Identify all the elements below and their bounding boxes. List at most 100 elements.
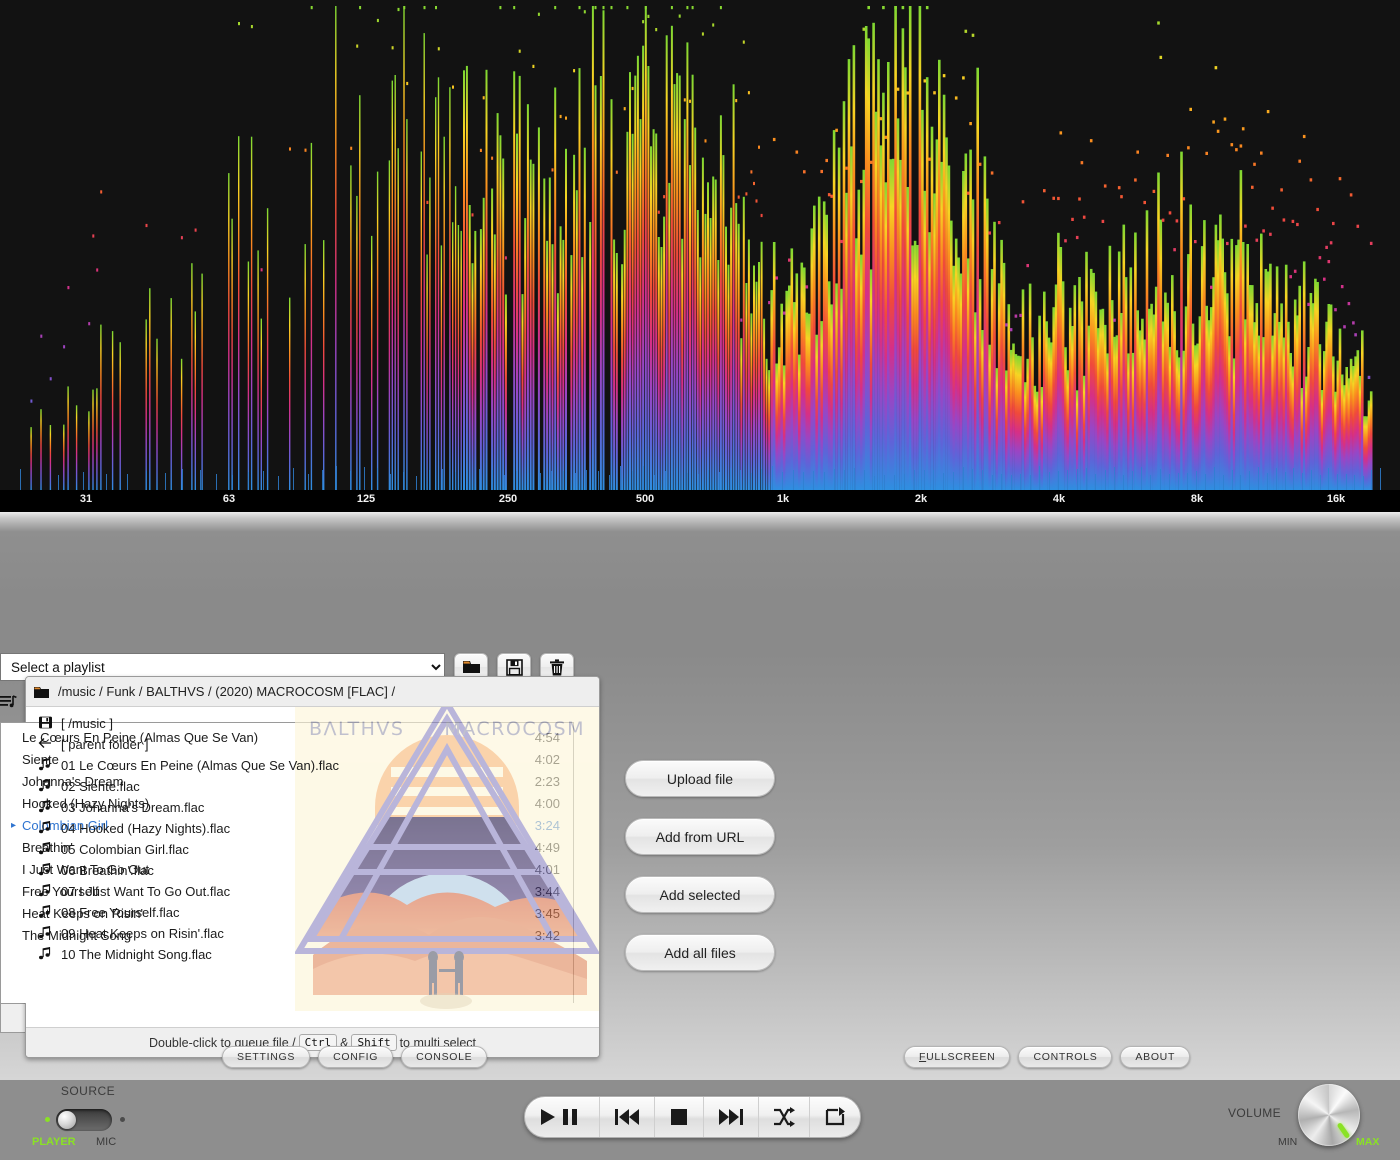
previous-button[interactable] bbox=[600, 1097, 655, 1137]
scale-tick bbox=[364, 467, 365, 490]
scale-tick bbox=[263, 471, 264, 490]
file-list-item[interactable]: 03 Johanna's Dream.flac bbox=[26, 797, 599, 818]
scale-tick bbox=[1160, 469, 1161, 490]
scale-tick bbox=[232, 475, 233, 490]
scale-tick bbox=[551, 471, 552, 490]
scale-tick bbox=[106, 474, 107, 490]
file-list-item[interactable]: 10 The Midnight Song.flac bbox=[26, 944, 599, 965]
spectrum-analyzer[interactable]: 31 63 125 250 500 1k 2k 4k 8k 16k bbox=[0, 0, 1400, 512]
volume-min-label: MIN bbox=[1278, 1136, 1298, 1148]
file-list-item-label: 10 The Midnight Song.flac bbox=[61, 947, 212, 962]
scale-tick bbox=[455, 472, 456, 490]
scale-tick bbox=[1030, 475, 1031, 490]
file-list-item[interactable]: [ parent folder ] bbox=[26, 734, 599, 755]
next-button[interactable] bbox=[704, 1097, 759, 1137]
scale-tick bbox=[620, 466, 621, 490]
file-list: [ /music ] [ parent folder ] 01 Le Cœurs E… bbox=[26, 707, 599, 965]
source-label-mic[interactable]: MIC bbox=[96, 1136, 116, 1148]
scale-tick bbox=[336, 466, 337, 490]
stop-button[interactable] bbox=[655, 1097, 704, 1137]
music-note-icon bbox=[38, 778, 52, 795]
frequency-tick-label: 4k bbox=[1052, 493, 1066, 505]
file-list-item[interactable]: 01 Le Cœurs En Peine (Almas Que Se Van).… bbox=[26, 755, 599, 776]
frequency-tick-label: 125 bbox=[356, 493, 376, 505]
scale-tick bbox=[1132, 471, 1133, 490]
frequency-tick-label: 1k bbox=[776, 493, 790, 505]
file-list-item[interactable]: 05 Colombian Girl.flac bbox=[26, 839, 599, 860]
file-list-item-label: [ /music ] bbox=[61, 716, 114, 731]
scale-tick bbox=[516, 471, 517, 490]
file-list-item[interactable]: 04 Hooked (Hazy Nights).flac bbox=[26, 818, 599, 839]
trash-icon bbox=[550, 658, 564, 675]
file-list-item[interactable]: [ /music ] bbox=[26, 713, 599, 734]
file-list-item-label: 08 Free Yourself.flac bbox=[61, 905, 180, 920]
queue-list-icon bbox=[0, 695, 17, 708]
scale-tick bbox=[654, 475, 655, 490]
scale-tick bbox=[1293, 468, 1294, 490]
add-from-url-button[interactable]: Add from URL bbox=[625, 818, 775, 855]
scale-tick bbox=[854, 468, 855, 490]
repeat-button[interactable] bbox=[810, 1097, 860, 1137]
play-pause-button[interactable] bbox=[525, 1097, 600, 1137]
scale-tick bbox=[1123, 475, 1124, 490]
scale-tick bbox=[1346, 474, 1347, 490]
source-title: SOURCE bbox=[60, 1084, 116, 1098]
scale-tick bbox=[1011, 475, 1012, 490]
file-list-item[interactable]: 08 Free Yourself.flac bbox=[26, 902, 599, 923]
controls-button[interactable]: CONTROLS bbox=[1018, 1046, 1113, 1068]
file-list-item[interactable]: 09 Heat Keeps on Risin'.flac bbox=[26, 923, 599, 944]
scale-tick bbox=[834, 469, 835, 490]
stop-icon bbox=[671, 1109, 687, 1125]
scale-tick bbox=[1232, 470, 1233, 490]
frequency-tick-label: 31 bbox=[79, 493, 93, 505]
file-list-item[interactable]: 07 I Just Want To Go Out.flac bbox=[26, 881, 599, 902]
skip-back-icon bbox=[615, 1109, 639, 1125]
file-list-item[interactable]: 02 Siente.flac bbox=[26, 776, 599, 797]
scale-tick bbox=[1039, 466, 1040, 490]
scale-tick bbox=[1380, 468, 1381, 490]
add-all-files-button[interactable]: Add all files bbox=[625, 934, 775, 971]
breadcrumb[interactable]: /music / Funk / BALTHVS / (2020) MACROCO… bbox=[26, 677, 599, 707]
scale-tick bbox=[730, 468, 731, 490]
music-note-icon bbox=[38, 862, 52, 879]
about-button[interactable]: ABOUT bbox=[1120, 1046, 1191, 1068]
scale-tick bbox=[1105, 470, 1106, 490]
config-button[interactable]: CONFIG bbox=[318, 1046, 394, 1068]
scale-tick bbox=[953, 472, 954, 490]
scale-tick bbox=[793, 470, 794, 490]
add-selected-button[interactable]: Add selected bbox=[625, 876, 775, 913]
breadcrumb-path: /music / Funk / BALTHVS / (2020) MACROCO… bbox=[58, 684, 396, 699]
music-note-icon bbox=[38, 820, 52, 837]
file-list-item[interactable]: 06 Breathin'.flac bbox=[26, 860, 599, 881]
scale-tick bbox=[963, 467, 964, 490]
scale-tick bbox=[278, 476, 279, 490]
upload-file-button[interactable]: Upload file bbox=[625, 760, 775, 797]
file-list-item-label: 04 Hooked (Hazy Nights).flac bbox=[61, 821, 231, 836]
scale-tick bbox=[874, 476, 875, 490]
scale-tick bbox=[1302, 473, 1303, 490]
scale-tick bbox=[416, 476, 417, 490]
scale-tick bbox=[586, 470, 587, 490]
source-toggle-switch[interactable] bbox=[56, 1109, 112, 1131]
scale-tick bbox=[687, 473, 688, 490]
shuffle-button[interactable] bbox=[759, 1097, 810, 1137]
console-button[interactable]: CONSOLE bbox=[401, 1046, 488, 1068]
toolbar-right: F ULLSCREEN CONTROLS ABOUT bbox=[904, 1046, 1191, 1068]
drive-icon bbox=[38, 716, 52, 732]
scale-tick bbox=[216, 474, 217, 490]
scale-tick bbox=[992, 475, 993, 490]
source-label-player[interactable]: PLAYER bbox=[32, 1136, 76, 1148]
scale-tick bbox=[933, 470, 934, 490]
volume-max-label: MAX bbox=[1356, 1136, 1380, 1148]
scale-tick bbox=[813, 471, 814, 490]
scale-tick bbox=[1240, 475, 1241, 490]
file-list-item-label: 07 I Just Want To Go Out.flac bbox=[61, 884, 231, 899]
volume-knob[interactable] bbox=[1298, 1084, 1360, 1146]
scale-tick bbox=[528, 473, 529, 490]
scale-tick bbox=[1214, 467, 1215, 490]
file-list-item-label: [ parent folder ] bbox=[61, 737, 149, 752]
frequency-tick-label: 2k bbox=[914, 493, 928, 505]
settings-button[interactable]: SETTINGS bbox=[222, 1046, 311, 1068]
scale-tick bbox=[403, 472, 404, 490]
fullscreen-button[interactable]: F ULLSCREEN bbox=[904, 1046, 1011, 1068]
